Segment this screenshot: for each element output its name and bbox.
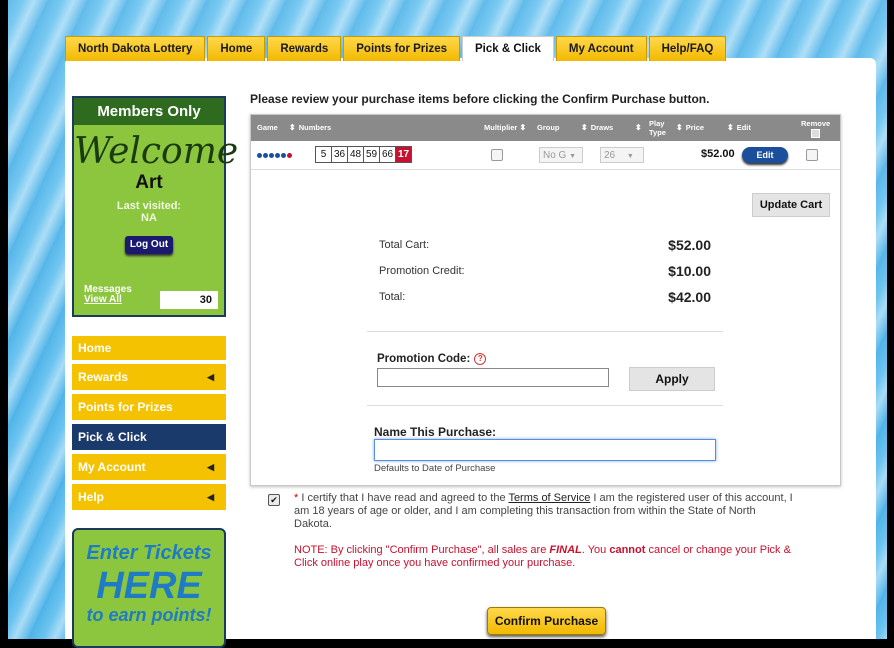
terms-of-service-link[interactable]: Terms of Service [508, 492, 590, 504]
members-only-title: Members Only [74, 98, 224, 125]
promotion-credit-value: $10.00 [668, 263, 711, 279]
powerball-logo-icon [257, 147, 297, 163]
enter-tickets-line2: HERE [96, 565, 202, 607]
promotion-credit-label: Promotion Credit: [379, 265, 465, 277]
top-nav-tabs: North Dakota Lottery Home Rewards Points… [65, 36, 728, 61]
sidebar-item-label: Pick & Click [78, 430, 147, 444]
final-sale-note: NOTE: By clicking "Confirm Purchase", al… [294, 544, 791, 569]
total-cart-label: Total Cart: [379, 239, 430, 251]
tab-pick-and-click[interactable]: Pick & Click [462, 36, 554, 61]
sidebar-item-points-for-prizes[interactable]: Points for Prizes [72, 394, 226, 420]
cart-panel: Game ⬍ Numbers Multiplier ⬍ Group ⬍ Draws … [250, 114, 841, 486]
sort-icon: ⬍ [581, 123, 588, 132]
promotion-code-input[interactable] [377, 368, 609, 387]
sort-icon: ⬍ [727, 123, 734, 132]
number-ball: 59 [363, 146, 380, 163]
messages-count: 30 [160, 291, 218, 309]
certify-text: * I certify that I have read and agreed … [294, 492, 793, 530]
tab-help-faq[interactable]: Help/FAQ [648, 36, 727, 61]
sort-icon: ⬍ [676, 123, 683, 132]
name-purchase-label: Name This Purchase: [374, 425, 497, 439]
tab-points-for-prizes[interactable]: Points for Prizes [343, 36, 461, 61]
caret-left-icon: ◀ [207, 462, 214, 472]
apply-button[interactable]: Apply [629, 367, 715, 391]
promotion-code-label: Promotion Code:? [377, 353, 487, 365]
multiplier-checkbox[interactable] [491, 149, 503, 161]
promotion-credit-row: Promotion Credit: $10.00 [379, 263, 711, 291]
divider [367, 405, 723, 406]
total-cart-value: $52.00 [668, 237, 711, 253]
welcome-text: Welcome [74, 131, 239, 172]
remove-checkbox[interactable] [806, 149, 818, 161]
total-row: Total: $42.00 [379, 289, 711, 317]
tab-my-account[interactable]: My Account [555, 36, 647, 61]
member-name: Art [135, 172, 163, 193]
group-select[interactable]: No G ▼ [539, 147, 583, 163]
members-only-panel: Members Only Welcome Art Last visited: N… [72, 96, 239, 317]
update-cart-button[interactable]: Update Cart [752, 193, 830, 217]
sidebar-item-rewards[interactable]: Rewards ◀ [72, 364, 226, 390]
help-icon[interactable]: ? [474, 353, 487, 365]
sidebar-item-pick-and-click[interactable]: Pick & Click [72, 424, 226, 450]
sidebar-item-label: Help [78, 490, 105, 504]
cart-table-header: Game ⬍ Numbers Multiplier ⬍ Group ⬍ Draws … [251, 115, 840, 141]
col-numbers[interactable]: ⬍ Numbers [289, 115, 331, 141]
sort-icon: ⬍ [289, 123, 296, 132]
logout-button[interactable]: Log Out [125, 236, 173, 254]
total-value: $42.00 [668, 289, 711, 305]
col-price[interactable]: ⬍ Price [676, 115, 704, 141]
confirm-purchase-button[interactable]: Confirm Purchase [487, 607, 606, 635]
total-label: Total: [379, 291, 406, 303]
sort-icon: ⬍ [519, 123, 527, 132]
cart-row: 5 36 48 59 66 17 No G ▼ 26 ▼ $52.00 Edit [251, 141, 840, 170]
ticket-numbers: 5 36 48 59 66 17 [315, 146, 412, 163]
sort-icon: ⬍ [635, 123, 642, 132]
tab-home[interactable]: Home [207, 36, 266, 61]
caret-left-icon: ◀ [207, 492, 214, 502]
col-edit[interactable]: ⬍ Edit [727, 115, 751, 141]
certify-checkbox[interactable]: ✔ [268, 494, 280, 506]
draws-select[interactable]: 26 ▼ [600, 147, 644, 163]
sidebar-item-my-account[interactable]: My Account ◀ [72, 454, 226, 480]
instruction-text: Please review your purchase items before… [250, 92, 710, 106]
sidebar-item-label: My Account [78, 460, 146, 474]
enter-tickets-banner[interactable]: Enter Tickets HERE to earn points! [72, 528, 226, 648]
tab-rewards[interactable]: Rewards [267, 36, 342, 61]
name-purchase-input[interactable] [374, 439, 716, 461]
sidebar-item-label: Rewards [78, 370, 129, 384]
messages-block: Messages View All [84, 285, 132, 305]
name-purchase-hint: Defaults to Date of Purchase [374, 463, 496, 474]
divider [367, 331, 723, 332]
sidebar-item-label: Home [78, 341, 112, 355]
sidebar-item-label: Points for Prizes [78, 400, 173, 414]
number-ball: 48 [347, 146, 364, 163]
last-visited-label: Last visited: [116, 200, 182, 212]
col-group[interactable]: Group [537, 115, 560, 141]
totals-block: Total Cart: $52.00 Promotion Credit: $10… [379, 237, 711, 317]
number-ball: 36 [331, 146, 348, 163]
enter-tickets-line3: to earn points! [86, 605, 212, 625]
sidebar-item-help[interactable]: Help ◀ [72, 484, 226, 510]
number-ball: 66 [379, 146, 396, 163]
sidebar-nav: Home Rewards ◀ Points for Prizes Pick & … [72, 336, 226, 514]
view-all-link[interactable]: View All [84, 295, 132, 305]
sidebar-item-home[interactable]: Home [72, 336, 226, 360]
dropdown-arrow-icon: ▼ [569, 153, 577, 160]
number-ball: 5 [315, 146, 332, 163]
enter-tickets-line1: Enter Tickets [86, 542, 212, 564]
remove-all-checkbox[interactable] [811, 129, 821, 138]
total-cart-row: Total Cart: $52.00 [379, 237, 711, 265]
caret-left-icon: ◀ [207, 372, 214, 382]
last-visited-value: NA [141, 212, 157, 224]
bonus-ball: 17 [395, 146, 412, 163]
col-game[interactable]: Game [257, 115, 278, 141]
col-draws[interactable]: ⬍ Draws [581, 115, 613, 141]
row-price: $52.00 [701, 148, 735, 160]
col-multiplier[interactable]: Multiplier ⬍ [484, 115, 529, 141]
tab-north-dakota-lottery[interactable]: North Dakota Lottery [65, 36, 206, 61]
edit-button[interactable]: Edit [742, 147, 788, 163]
dropdown-arrow-icon: ▼ [626, 153, 634, 160]
